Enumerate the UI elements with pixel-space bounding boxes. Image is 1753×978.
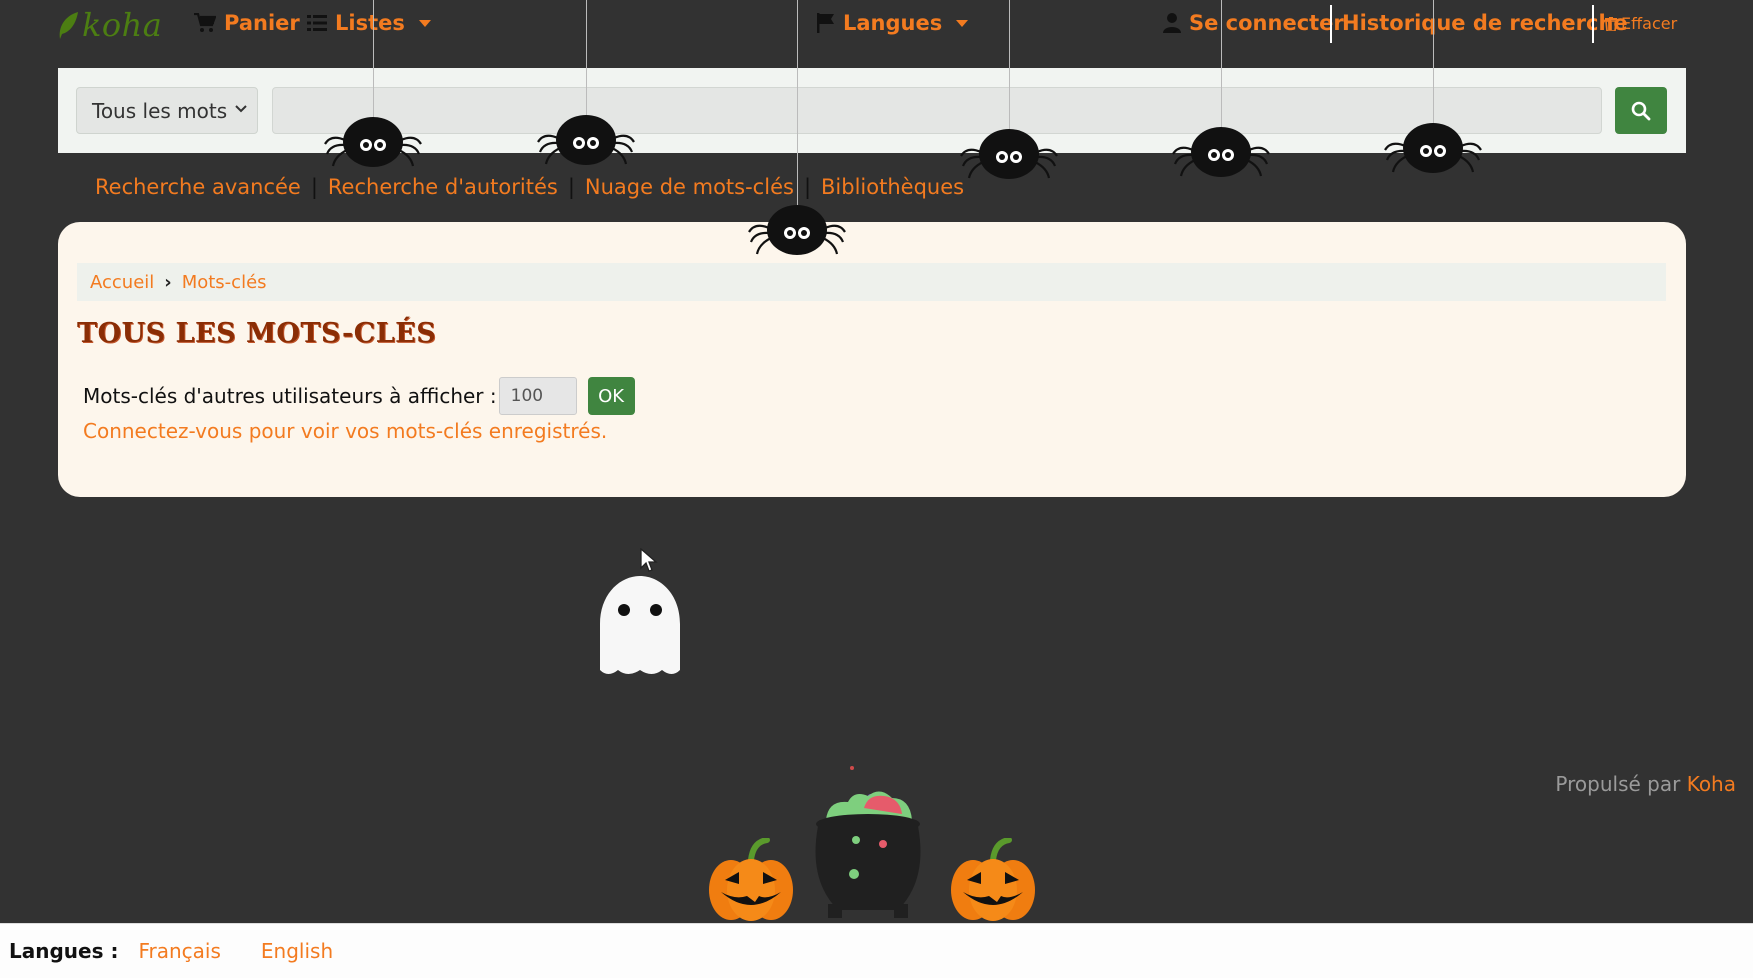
search-icon [1631, 101, 1651, 120]
chevron-right-icon: › [164, 271, 172, 293]
flag-icon [817, 13, 834, 33]
breadcrumb: Accueil › Mots-clés [77, 263, 1666, 301]
clear-history-button[interactable]: Effacer [1605, 14, 1677, 33]
ghost-icon [600, 576, 680, 674]
advanced-search-link[interactable]: Recherche avancée [95, 175, 301, 199]
spider-thread [586, 0, 587, 116]
spider-icon [960, 129, 1058, 179]
tags-count-label: Mots-clés d'autres utilisateurs à affich… [83, 384, 497, 408]
chevron-down-icon [418, 19, 431, 27]
spider-icon [537, 115, 635, 165]
link-separator: | [567, 175, 575, 199]
language-bar: Langues : Français English [0, 923, 1753, 978]
powered-by: Propulsé par Koha [1555, 772, 1736, 796]
language-english-link[interactable]: English [261, 939, 333, 963]
main-content: Accueil › Mots-clés TOUS LES MOTS-CLÉS M… [58, 222, 1686, 497]
powered-by-label: Propulsé par [1555, 772, 1681, 796]
pumpkin-icon [709, 838, 793, 921]
shopping-cart-icon [194, 13, 216, 32]
page-title: TOUS LES MOTS-CLÉS [77, 318, 437, 349]
language-french-link[interactable]: Français [138, 939, 220, 963]
search-history-link[interactable]: Historique de recherche [1342, 11, 1628, 35]
list-icon [307, 15, 327, 31]
spider-icon [324, 117, 422, 167]
search-scope-select[interactable]: Tous les mots [76, 87, 258, 134]
user-icon [1163, 13, 1181, 33]
languages-label: Langues : [9, 939, 119, 963]
tag-cloud-link[interactable]: Nuage de mots-clés [585, 175, 794, 199]
languages-dropdown[interactable]: Langues [817, 11, 969, 35]
nav-divider [1592, 5, 1594, 43]
cart-label: Panier [224, 11, 300, 35]
lists-label: Listes [335, 11, 405, 35]
spider-thread [1433, 0, 1434, 124]
clear-label: Effacer [1621, 14, 1678, 33]
ok-button[interactable]: OK [587, 377, 635, 415]
libraries-link[interactable]: Bibliothèques [821, 175, 964, 199]
tags-form: Mots-clés d'autres utilisateurs à affich… [83, 377, 635, 415]
spider-thread [1009, 0, 1010, 130]
cart-button[interactable]: Panier [194, 11, 300, 35]
mouse-cursor-icon [640, 548, 658, 572]
cauldron-icon [815, 766, 921, 918]
spider-icon [748, 205, 846, 255]
koha-logo[interactable]: koha [56, 6, 162, 44]
link-separator: | [310, 175, 318, 199]
koha-link[interactable]: Koha [1687, 772, 1736, 796]
chevron-down-icon [956, 19, 969, 27]
tags-count-input[interactable]: 100 [498, 377, 577, 415]
leaf-icon [59, 12, 78, 39]
nav-divider [1330, 5, 1332, 43]
logo-text: koha [82, 6, 163, 44]
lists-dropdown[interactable]: Listes [307, 11, 431, 35]
pumpkin-icon [951, 838, 1035, 921]
search-scope-value: Tous les mots [92, 98, 228, 123]
authority-search-link[interactable]: Recherche d'autorités [328, 175, 558, 199]
spider-thread [373, 0, 374, 118]
search-history-label: Historique de recherche [1342, 11, 1628, 35]
spider-icon [1172, 127, 1270, 177]
chevron-down-icon [235, 105, 247, 113]
spider-thread [797, 0, 798, 206]
login-to-see-tags-link[interactable]: Connectez-vous pour voir vos mots-clés e… [83, 419, 607, 443]
spider-thread [1221, 0, 1222, 128]
breadcrumb-current[interactable]: Mots-clés [182, 272, 267, 293]
login-button[interactable]: Se connecter [1163, 11, 1344, 35]
login-label: Se connecter [1189, 11, 1344, 35]
breadcrumb-home[interactable]: Accueil [90, 272, 154, 293]
languages-label: Langues [843, 11, 943, 35]
spider-icon [1384, 123, 1482, 173]
trash-icon [1605, 16, 1617, 31]
top-navbar: koha Panier Listes Langues Se connecter … [0, 0, 1753, 50]
search-button[interactable] [1615, 87, 1667, 134]
link-separator: | [803, 175, 812, 199]
more-searches: Recherche avancée | Recherche d'autorité… [95, 175, 964, 199]
